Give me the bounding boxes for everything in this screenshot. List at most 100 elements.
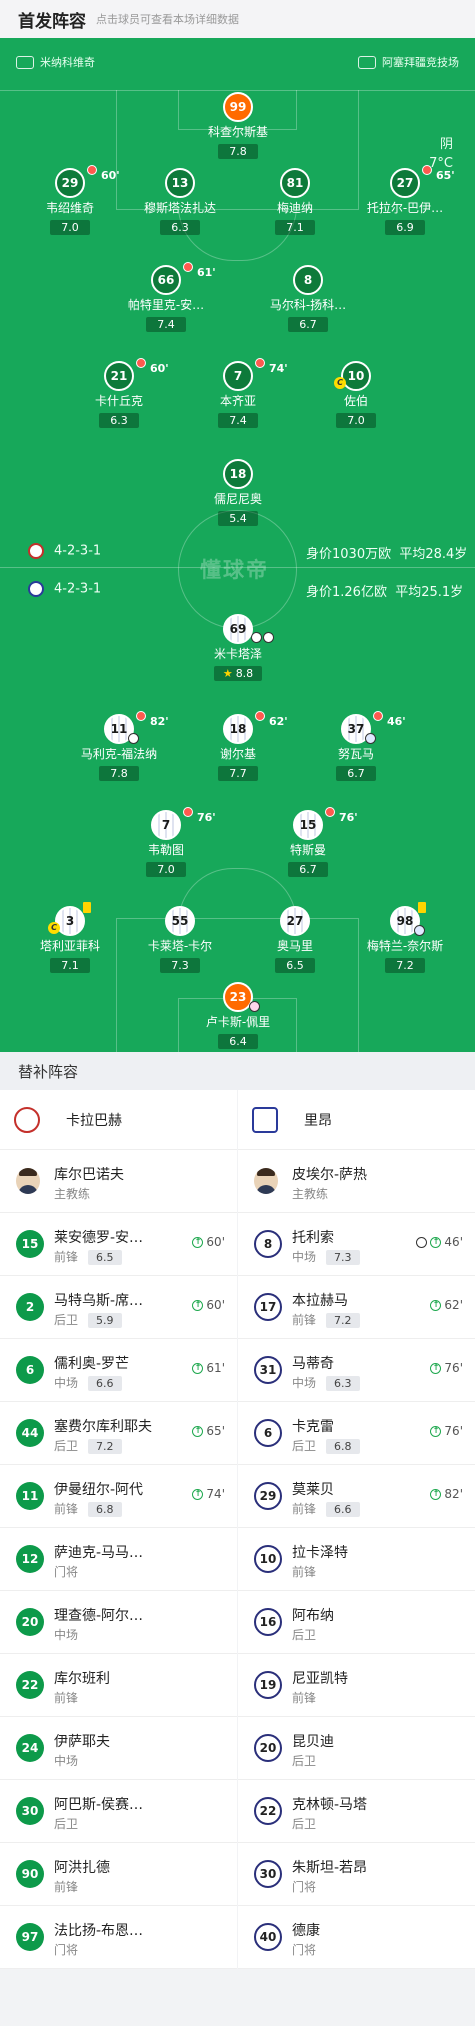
sub-in-icon: ↑ <box>192 1299 204 1311</box>
player-home-29[interactable]: 29 60' 韦绍维奇 7.0 <box>15 165 125 235</box>
player-position: 前锋 <box>292 1502 317 1516</box>
player-name: 韦勒图 <box>147 843 184 857</box>
bench-player[interactable]: 11 伊曼纽尔-阿代 前锋 6.8 ↑ 74' <box>0 1465 237 1528</box>
lyon-logo-icon <box>252 1106 278 1133</box>
player-name: 科查尔斯基 <box>207 125 268 139</box>
bench-player[interactable]: 30 朱斯坦-若昂 门将 <box>238 1843 475 1906</box>
player-home-13[interactable]: 13 穆斯塔法扎达 6.3 <box>125 168 235 235</box>
player-position: 门将 <box>292 1943 317 1957</box>
player-home-7[interactable]: 7 74' 本齐亚 7.4 <box>183 358 293 428</box>
bench-player[interactable]: 10 拉卡泽特 前锋 <box>238 1528 475 1591</box>
team-name: 里昂 <box>304 1112 332 1129</box>
bench-player[interactable]: 90 阿洪扎德 前锋 <box>0 1843 237 1906</box>
bench-player[interactable]: 44 塞费尔库利耶夫 后卫 7.2 ↑ 65' <box>0 1402 237 1465</box>
home-team-row[interactable]: 米纳科维奇 <box>16 54 95 70</box>
player-rating: 6.3 <box>160 220 200 235</box>
player-home-10[interactable]: 10 C 佐伯 7.0 <box>301 361 411 428</box>
qarabag-logo-icon <box>14 1106 40 1133</box>
sub-in: ↑ 46' <box>416 1235 463 1249</box>
away-team-name: 阿塞拜疆竞技场 <box>382 56 459 69</box>
bench-player[interactable]: 2 马特乌斯-席… 后卫 5.9 ↑ 60' <box>0 1276 237 1339</box>
sub-minute: 74' <box>269 362 288 375</box>
player-home-81[interactable]: 81 梅迪纳 7.1 <box>240 168 350 235</box>
jersey-number: 30 <box>16 1797 44 1825</box>
home-bench-team[interactable]: 卡拉巴赫 <box>0 1090 237 1150</box>
player-name: 努瓦马 <box>337 747 374 761</box>
bench-player[interactable]: 12 萨迪克-马马… 门将 <box>0 1528 237 1591</box>
bench-player[interactable]: 29 莫莱贝 前锋 6.6 ↑ 82' <box>238 1465 475 1528</box>
player-name: 儒尼尼奥 <box>213 492 262 506</box>
sub-off-icon <box>325 807 335 817</box>
home-bench: 卡拉巴赫 库尔巴诺夫 主教练 15 莱安德罗-安… 前锋 6.5 ↑ 60' 2 马特乌斯-席… <box>0 1090 237 1969</box>
bench-player[interactable]: 20 理查德-阿尔… 中场 <box>0 1591 237 1654</box>
jersey-number: 6 <box>16 1356 44 1384</box>
bench-player[interactable]: 20 昆贝迪 后卫 <box>238 1717 475 1780</box>
bench-player[interactable]: 8 托利索 中场 7.3 ↑ 46' <box>238 1213 475 1276</box>
player-away-15[interactable]: 15 76' 特斯曼 6.7 <box>253 807 363 877</box>
jersey-number: 29 <box>61 176 79 190</box>
player-home-99[interactable]: 99 科查尔斯基 7.8 <box>183 92 293 159</box>
sub-off-icon <box>183 262 193 272</box>
player-home-8[interactable]: 8 马尔科-扬科… 6.7 <box>253 265 363 332</box>
player-rating: 6.8 <box>88 1502 122 1517</box>
goal-icon <box>251 632 262 643</box>
away-bench-team[interactable]: 里昂 <box>238 1090 475 1150</box>
player-name: 本拉赫马 <box>292 1293 348 1309</box>
player-name: 马尔科-扬科… <box>269 298 347 312</box>
home-coach[interactable]: 库尔巴诺夫 主教练 <box>0 1150 237 1213</box>
player-away-7[interactable]: 7 76' 韦勒图 7.0 <box>111 807 221 877</box>
bench-player[interactable]: 97 法比扬-布恩… 门将 <box>0 1906 237 1969</box>
sub-minute: 46' <box>387 715 406 728</box>
player-away-11[interactable]: 11 82' 马利克-福法纳 7.8 <box>64 711 174 781</box>
player-home-66[interactable]: 66 61' 帕特里克-安… 7.4 <box>111 262 221 332</box>
home-formation: 4-2-3-1 <box>28 543 101 559</box>
bench-player[interactable]: 31 马蒂奇 中场 6.3 ↑ 76' <box>238 1339 475 1402</box>
player-rating: 7.4 <box>218 413 258 428</box>
bench-player[interactable]: 24 伊萨耶夫 中场 <box>0 1717 237 1780</box>
away-team-row[interactable]: 阿塞拜疆竞技场 <box>358 54 459 70</box>
player-rating: 7.0 <box>146 862 186 877</box>
player-away-3[interactable]: 3C 塔利亚菲科 7.1 <box>15 902 125 973</box>
player-rating: 6.7 <box>288 317 328 332</box>
player-home-21[interactable]: 21 60' 卡什丘克 6.3 <box>64 358 174 428</box>
sub-in: ↑ 60' <box>192 1235 225 1249</box>
sub-off-icon <box>136 711 146 721</box>
away-meta: 身价1.26亿欧 平均25.1岁 <box>306 581 463 600</box>
bench-player[interactable]: 16 阿布纳 后卫 <box>238 1591 475 1654</box>
bench-player[interactable]: 19 尼亚凯特 前锋 <box>238 1654 475 1717</box>
player-away-69[interactable]: 69 米卡塔泽 ★ 8.8 <box>183 614 293 681</box>
player-name: 理查德-阿尔… <box>54 1608 144 1624</box>
sub-in-icon: ↑ <box>192 1488 204 1500</box>
bench-player[interactable]: 22 克林顿-马塔 后卫 <box>238 1780 475 1843</box>
bench-player[interactable]: 6 儒利奥-罗芒 中场 6.6 ↑ 61' <box>0 1339 237 1402</box>
player-away-55[interactable]: 55 卡莱塔-卡尔 7.3 <box>125 906 235 973</box>
sub-in: ↑ 60' <box>192 1298 225 1312</box>
player-rating: 6.3 <box>326 1376 360 1391</box>
bench-player[interactable]: 22 库尔班利 前锋 <box>0 1654 237 1717</box>
away-coach[interactable]: 皮埃尔-萨热 主教练 <box>238 1150 475 1213</box>
bench-player[interactable]: 6 卡克雷 后卫 6.8 ↑ 76' <box>238 1402 475 1465</box>
player-away-98[interactable]: 98 梅特兰-奈尔斯 7.2 <box>350 902 460 973</box>
player-away-27[interactable]: 27 奥马里 6.5 <box>240 906 350 973</box>
player-name: 佐伯 <box>343 394 368 408</box>
qarabag-crest-icon <box>28 543 44 559</box>
bench-player[interactable]: 17 本拉赫马 前锋 7.2 ↑ 62' <box>238 1276 475 1339</box>
player-name: 梅迪纳 <box>276 201 313 215</box>
player-name: 卡什丘克 <box>94 394 143 408</box>
player-name: 法比扬-布恩… <box>54 1923 144 1939</box>
bench-player[interactable]: 40 德康 门将 <box>238 1906 475 1969</box>
bench-player[interactable]: 30 阿巴斯-侯赛… 后卫 <box>0 1780 237 1843</box>
player-name: 塞费尔库利耶夫 <box>54 1419 152 1435</box>
player-home-27[interactable]: 27 65' 托拉尔-巴伊… 6.9 <box>350 165 460 235</box>
player-away-18[interactable]: 18 62' 谢尔基 7.7 <box>183 711 293 781</box>
player-home-18[interactable]: 18 儒尼尼奥 5.4 <box>183 459 293 526</box>
player-away-23[interactable]: 23 卢卡斯-佩里 6.4 <box>183 982 293 1049</box>
sub-in-icon: ↑ <box>430 1362 442 1374</box>
player-away-37[interactable]: 37 46' 努瓦马 6.7 <box>301 711 411 781</box>
player-name: 尼亚凯特 <box>292 1671 348 1687</box>
bench-player[interactable]: 15 莱安德罗-安… 前锋 6.5 ↑ 60' <box>0 1213 237 1276</box>
jersey-number: 20 <box>254 1734 282 1762</box>
player-name: 托利索 <box>292 1230 334 1246</box>
home-team-name: 米纳科维奇 <box>40 56 95 69</box>
player-rating: 7.7 <box>218 766 258 781</box>
